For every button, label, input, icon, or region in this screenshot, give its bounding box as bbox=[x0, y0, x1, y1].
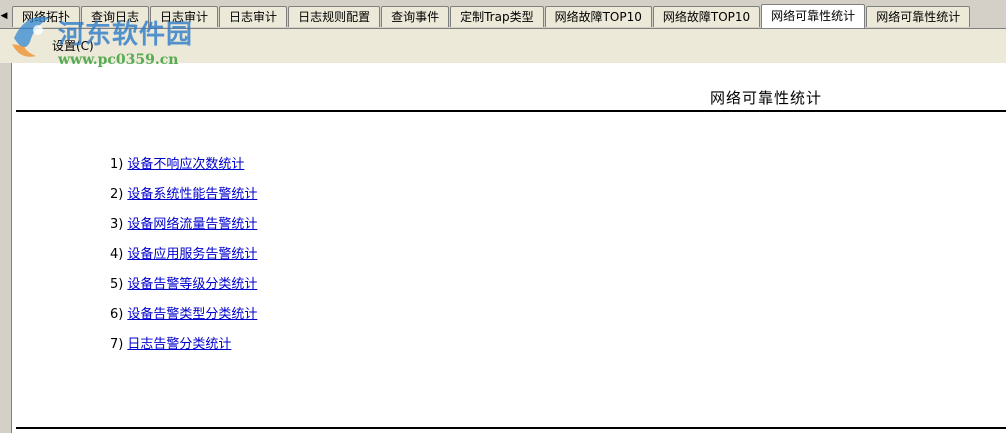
report-link-list: 1) 设备不响应次数统计 2) 设备系统性能告警统计 3) 设备网络流量告警统计 4)… bbox=[110, 156, 257, 366]
item-number: 5) bbox=[110, 277, 124, 292]
list-item: 7) 日志告警分类统计 bbox=[110, 336, 257, 366]
list-item: 3) 设备网络流量告警统计 bbox=[110, 216, 257, 246]
title-divider bbox=[16, 110, 1006, 112]
report-panel: 网络可靠性统计 1) 设备不响应次数统计 2) 设备系统性能告警统计 3) 设备网络流… bbox=[12, 63, 1006, 433]
tab-network-reliability[interactable]: 网络可靠性统计 bbox=[866, 6, 971, 27]
page-title: 网络可靠性统计 bbox=[710, 89, 823, 107]
tab-custom-trap-type[interactable]: 定制Trap类型 bbox=[450, 6, 544, 27]
tab-bar: ◀ 网络拓扑 查询日志 日志审计 日志审计 日志规则配置 查询事件 定制Trap… bbox=[0, 0, 1006, 28]
tab-network-reliability-active[interactable]: 网络可靠性统计 bbox=[761, 4, 866, 28]
tab-network-fault-top10-1[interactable]: 网络故障TOP10 bbox=[544, 6, 652, 27]
link-device-system-performance-alarm-stats[interactable]: 设备系统性能告警统计 bbox=[127, 187, 257, 202]
link-device-alarm-type-stats[interactable]: 设备告警类型分类统计 bbox=[127, 307, 257, 322]
tab-scroll-left-icon[interactable]: ◀ bbox=[0, 6, 8, 26]
bottom-divider bbox=[16, 427, 1006, 429]
link-device-app-service-alarm-stats[interactable]: 设备应用服务告警统计 bbox=[127, 247, 257, 262]
tab-network-fault-top10-2[interactable]: 网络故障TOP10 bbox=[652, 6, 761, 27]
link-log-alarm-category-stats[interactable]: 日志告警分类统计 bbox=[127, 337, 231, 352]
tab-network-topology[interactable]: 网络拓扑 bbox=[12, 6, 81, 27]
item-number: 6) bbox=[110, 307, 124, 322]
tab-log-audit-2[interactable]: 日志审计 bbox=[219, 6, 288, 27]
item-number: 3) bbox=[110, 217, 124, 232]
tab-log-rule-config[interactable]: 日志规则配置 bbox=[288, 6, 381, 27]
list-item: 6) 设备告警类型分类统计 bbox=[110, 306, 257, 336]
list-item: 1) 设备不响应次数统计 bbox=[110, 156, 257, 186]
tab-query-log[interactable]: 查询日志 bbox=[81, 6, 150, 27]
item-number: 4) bbox=[110, 247, 124, 262]
menu-bar: 设置(C) bbox=[0, 28, 1006, 63]
link-device-network-traffic-alarm-stats[interactable]: 设备网络流量告警统计 bbox=[127, 217, 257, 232]
link-device-alarm-level-stats[interactable]: 设备告警等级分类统计 bbox=[127, 277, 257, 292]
tab-log-audit-1[interactable]: 日志审计 bbox=[150, 6, 219, 27]
item-number: 1) bbox=[110, 157, 124, 172]
menu-settings[interactable]: 设置(C) bbox=[52, 37, 94, 54]
list-item: 4) 设备应用服务告警统计 bbox=[110, 246, 257, 276]
tab-list: 网络拓扑 查询日志 日志审计 日志审计 日志规则配置 查询事件 定制Trap类型… bbox=[12, 4, 971, 28]
link-device-no-response-stats[interactable]: 设备不响应次数统计 bbox=[127, 157, 244, 172]
tab-query-event[interactable]: 查询事件 bbox=[381, 6, 450, 27]
list-item: 2) 设备系统性能告警统计 bbox=[110, 186, 257, 216]
item-number: 7) bbox=[110, 337, 124, 352]
list-item: 5) 设备告警等级分类统计 bbox=[110, 276, 257, 306]
item-number: 2) bbox=[110, 187, 124, 202]
